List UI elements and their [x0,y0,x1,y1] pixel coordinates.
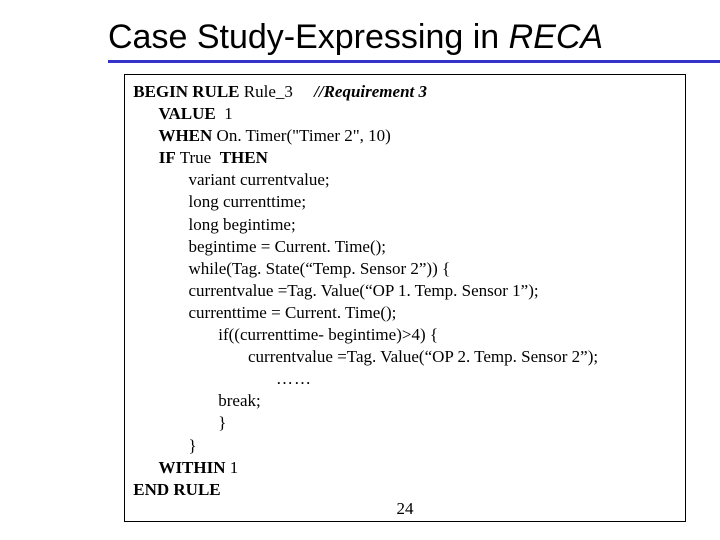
code-block: BEGIN RULE Rule_3 //Requirement 3 VALUE … [129,81,598,501]
kw-within: WITHIN [129,458,226,477]
kw-if: IF [129,148,176,167]
code-ellipsis: …… [129,369,312,388]
page-number: 24 [385,499,425,519]
if-cond: True [176,148,220,167]
code-line: begintime = Current. Time(); [129,237,386,256]
code-line: currenttime = Current. Time(); [129,303,396,322]
code-line: long currenttime; [129,192,306,211]
kw-end-rule: END RULE [129,480,221,499]
code-line: variant currentvalue; [129,170,330,189]
code-line: long begintime; [129,215,296,234]
title-underline [108,60,720,63]
value-1: 1 [216,104,233,123]
kw-then: THEN [220,148,268,167]
kw-begin-rule: BEGIN RULE [129,82,240,101]
code-line: currentvalue =Tag. Value(“OP 2. Temp. Se… [129,347,598,366]
comment-req3: //Requirement 3 [314,82,427,101]
title-plain: Case Study-Expressing in [108,18,509,56]
code-line: if((currenttime- begintime)>4) { [129,325,438,344]
slide-title: Case Study-Expressing in RECA [108,18,603,57]
code-line: currentvalue =Tag. Value(“OP 1. Temp. Se… [129,281,539,300]
code-line: } [129,413,226,432]
code-line: } [129,436,197,455]
kw-value: VALUE [129,104,216,123]
title-italic: RECA [509,18,603,56]
code-line: break; [129,391,261,410]
when-expr: On. Timer("Timer 2", 10) [212,126,391,145]
within-val: 1 [226,458,239,477]
kw-when: WHEN [129,126,212,145]
code-box: BEGIN RULE Rule_3 //Requirement 3 VALUE … [124,74,686,522]
code-line: while(Tag. State(“Temp. Sensor 2”)) { [129,259,450,278]
rule-name: Rule_3 [240,82,315,101]
